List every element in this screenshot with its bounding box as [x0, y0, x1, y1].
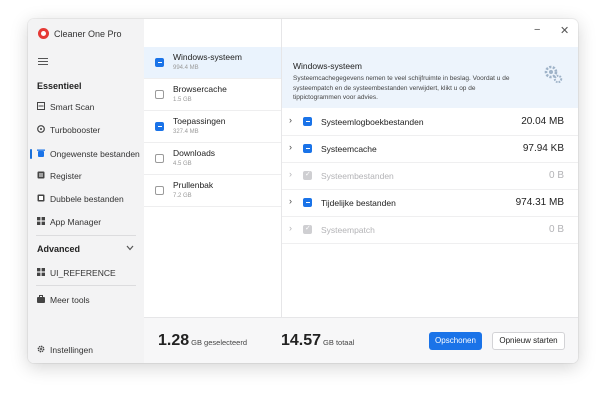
- selected-unit: GB geselecteerd: [191, 338, 248, 347]
- category-item-applications[interactable]: Toepassingen 327.4 MB: [144, 111, 281, 143]
- toolbox-icon: [37, 295, 45, 303]
- category-checkbox[interactable]: [155, 154, 164, 163]
- total-unit: GB totaal: [323, 338, 355, 347]
- detail-row-system-cache[interactable]: › Systeemcache 97.94 KB: [282, 135, 578, 163]
- chevron-down-icon[interactable]: [126, 244, 134, 253]
- category-size: 7.2 GB: [173, 193, 192, 199]
- category-checkbox[interactable]: [155, 90, 164, 99]
- divider: [36, 285, 136, 286]
- row-name: Tijdelijke bestanden: [321, 198, 396, 208]
- detail-row-system-logs[interactable]: › Systeemlogboekbestanden 20.04 MB: [282, 108, 578, 136]
- row-name: Systeempatch: [321, 225, 375, 235]
- category-size: 327.4 MB: [173, 129, 199, 135]
- category-name: Prullenbak: [173, 180, 214, 190]
- detail-description: Systeemcachegegevens nemen te veel schij…: [293, 75, 510, 101]
- sidebar-item-smart-scan[interactable]: Smart Scan: [28, 97, 144, 117]
- detail-row-temp-files[interactable]: › Tijdelijke bestanden 974.31 MB: [282, 189, 578, 217]
- category-checkbox[interactable]: [155, 58, 164, 67]
- settings-gear-icon: [37, 345, 45, 353]
- category-name: Downloads: [173, 148, 216, 158]
- category-name: Browsercache: [173, 84, 227, 94]
- chevron-right-icon[interactable]: ›: [289, 196, 292, 206]
- detail-info-panel: Windows-systeem Systeemcachegegevens nem…: [282, 47, 578, 108]
- sidebar-item-label: Instellingen: [50, 345, 94, 355]
- category-checkbox[interactable]: [155, 186, 164, 195]
- hamburger-menu-icon[interactable]: [38, 58, 48, 67]
- row-checkbox[interactable]: [303, 144, 312, 153]
- row-size: 0 B: [548, 224, 564, 235]
- detail-row-system-files: › Systeembestanden 0 B: [282, 162, 578, 190]
- sidebar-item-label: Smart Scan: [50, 102, 95, 112]
- total-stat: 14.57 GB totaal: [281, 332, 354, 350]
- sidebar-item-app-manager[interactable]: App Manager: [28, 212, 144, 232]
- category-item-windows-system[interactable]: Windows-systeem 994.4 MB: [144, 47, 281, 79]
- row-name: Systeemlogboekbestanden: [321, 117, 424, 127]
- chevron-right-icon[interactable]: ›: [289, 142, 292, 152]
- sidebar-item-duplicate-files[interactable]: Dubbele bestanden: [28, 189, 144, 209]
- app-window: Cleaner One Pro Essentieel Smart Scan Tu…: [28, 19, 578, 363]
- sidebar-item-ui-reference[interactable]: UI_REFERENCE: [28, 263, 144, 283]
- section-advanced-heading[interactable]: Advanced: [37, 244, 80, 254]
- category-item-trash[interactable]: Prullenbak 7.2 GB: [144, 175, 281, 207]
- chevron-right-icon: ›: [289, 223, 292, 233]
- sidebar-item-label: Ongewenste bestanden: [50, 149, 140, 159]
- section-essential-heading: Essentieel: [37, 81, 82, 91]
- sidebar-item-settings[interactable]: Instellingen: [28, 340, 144, 360]
- category-size: 1.5 GB: [173, 97, 192, 103]
- category-checkbox[interactable]: [155, 122, 164, 131]
- sidebar-item-label: Dubbele bestanden: [50, 194, 124, 204]
- chevron-right-icon[interactable]: ›: [289, 115, 292, 125]
- sidebar-item-more-tools[interactable]: Meer tools: [28, 290, 144, 310]
- row-size: 974.31 MB: [515, 197, 564, 208]
- row-size: 20.04 MB: [521, 116, 564, 127]
- divider: [36, 235, 136, 236]
- sidebar: Cleaner One Pro Essentieel Smart Scan Tu…: [28, 19, 144, 363]
- close-button[interactable]: ✕: [560, 24, 569, 37]
- sidebar-item-label: Meer tools: [50, 295, 90, 305]
- duplicate-files-icon: [37, 194, 45, 202]
- grid-icon: [37, 268, 45, 276]
- category-list: Windows-systeem 994.4 MB Browsercache 1.…: [144, 19, 282, 317]
- row-checkbox[interactable]: [303, 198, 312, 207]
- app-logo-icon: [38, 28, 49, 39]
- total-value: 14.57: [281, 332, 322, 349]
- sidebar-item-junk-files[interactable]: Ongewenste bestanden: [28, 144, 144, 164]
- category-name: Windows-systeem: [173, 52, 242, 62]
- app-title: Cleaner One Pro: [54, 29, 122, 39]
- sidebar-item-label: Turbobooster: [50, 125, 101, 135]
- selected-value: 1.28: [158, 332, 190, 349]
- category-item-downloads[interactable]: Downloads 4.5 GB: [144, 143, 281, 175]
- gear-icon: [542, 63, 564, 85]
- footer-bar: 1.28 GB geselecteerd 14.57 GB totaal Opsch…: [144, 317, 578, 363]
- detail-title: Windows-systeem: [293, 61, 362, 71]
- row-checkbox[interactable]: [303, 117, 312, 126]
- app-manager-icon: [37, 217, 45, 225]
- selected-stat: 1.28 GB geselecteerd: [158, 332, 247, 350]
- turbo-icon: [37, 125, 45, 133]
- sidebar-item-label: UI_REFERENCE: [50, 268, 116, 278]
- row-checkbox: [303, 224, 312, 234]
- chevron-right-icon: ›: [289, 169, 292, 179]
- clean-button[interactable]: Opschonen: [429, 332, 482, 350]
- row-name: Systeemcache: [321, 144, 377, 154]
- row-size: 97.94 KB: [522, 143, 564, 154]
- row-checkbox: [303, 170, 312, 180]
- row-size: 0 B: [548, 170, 564, 181]
- category-size: 994.4 MB: [173, 65, 199, 71]
- category-name: Toepassingen: [173, 116, 226, 126]
- category-item-browsercache[interactable]: Browsercache 1.5 GB: [144, 79, 281, 111]
- junk-files-icon: [37, 149, 45, 157]
- category-size: 4.5 GB: [173, 161, 192, 167]
- sidebar-item-register[interactable]: Register: [28, 166, 144, 186]
- sidebar-item-label: Register: [50, 171, 82, 181]
- rescan-button[interactable]: Opnieuw starten: [492, 332, 565, 350]
- scan-icon: [37, 102, 45, 110]
- title-bar: Cleaner One Pro: [28, 19, 144, 47]
- detail-row-system-patch: › Systeempatch 0 B: [282, 216, 578, 244]
- registry-icon: [37, 171, 45, 179]
- row-name: Systeembestanden: [321, 171, 394, 181]
- minimize-button[interactable]: −: [534, 24, 540, 36]
- sidebar-item-turbobooster[interactable]: Turbobooster: [28, 120, 144, 140]
- sidebar-item-label: App Manager: [50, 217, 102, 227]
